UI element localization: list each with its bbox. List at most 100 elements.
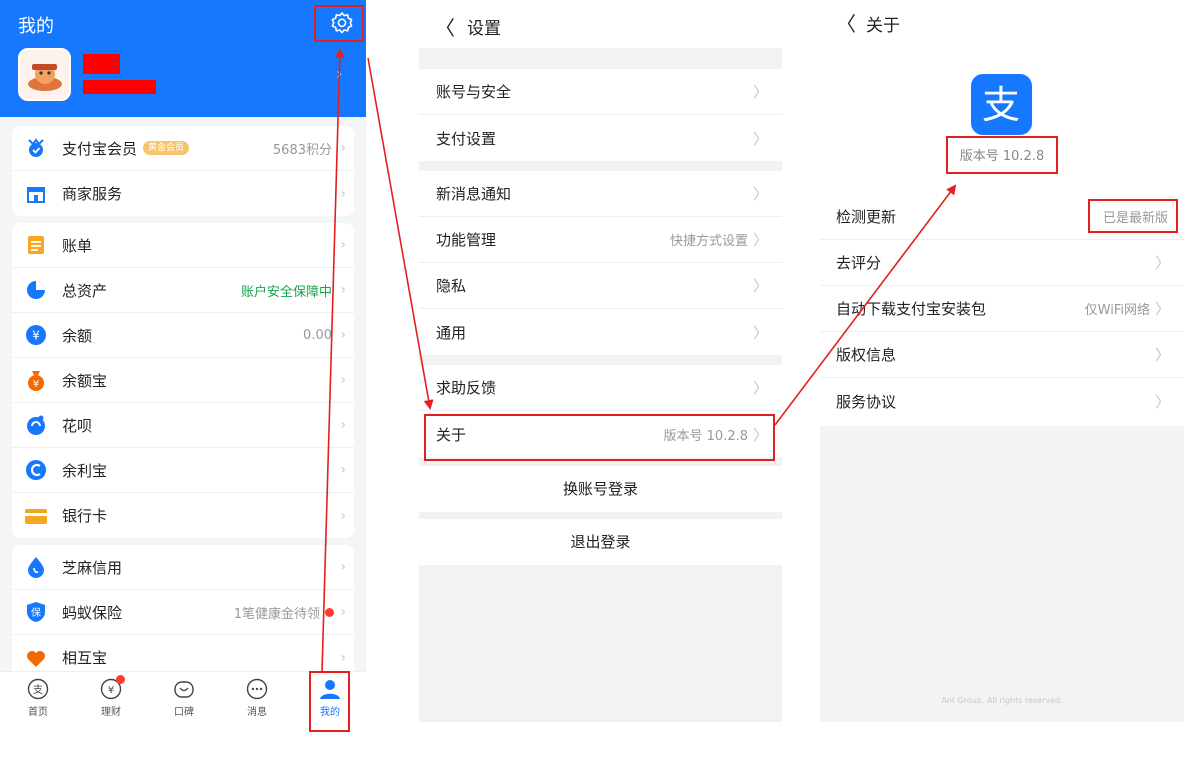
settings-item-account-security[interactable]: 账号与安全 〉 <box>419 69 782 115</box>
tab-label: 理财 <box>101 707 121 718</box>
pie-icon <box>24 278 48 302</box>
chevron-right-icon: 〉 <box>1154 346 1170 364</box>
menu-item-balance[interactable]: ¥ 余额 0.00 › <box>12 313 354 358</box>
insurance-icon: 保 <box>24 600 48 624</box>
heart-icon <box>24 646 48 670</box>
back-arrow-icon[interactable]: 〈 <box>836 8 856 37</box>
settings-group: 账号与安全 〉 支付设置 〉 <box>419 69 782 161</box>
copyright-text: Ant Group. All rights reserved. <box>941 696 1063 705</box>
message-icon <box>246 678 268 700</box>
menu-item-bank-card[interactable]: 银行卡 › <box>12 493 354 538</box>
about-item-label: 服务协议 <box>836 392 897 411</box>
page-title: 设置 <box>467 19 501 39</box>
about-item-label: 自动下载支付宝安装包 <box>836 300 987 318</box>
about-item-copyright[interactable]: 版权信息 〉 <box>820 332 1184 378</box>
chevron-right-icon: › <box>340 417 346 433</box>
chevron-right-icon: 〉 <box>1154 254 1170 272</box>
menu-item-bill[interactable]: 账单 › <box>12 223 354 268</box>
bill-icon <box>24 233 48 257</box>
settings-item-feedback[interactable]: 求助反馈 〉 <box>419 365 782 411</box>
card-icon <box>24 504 48 528</box>
member-badge: 黄金会员 <box>143 141 190 155</box>
menu-item-label: 银行卡 <box>62 507 108 525</box>
about-item-service-agreement[interactable]: 服务协议 〉 <box>820 378 1184 424</box>
about-screen: 〈 关于 支 版本号 10.2.8 检测更新 已是最新版 去评分 〉 自动下载支… <box>820 0 1184 722</box>
empty-area <box>419 565 782 722</box>
chevron-right-icon: › <box>340 462 346 478</box>
switch-account-button[interactable]: 换账号登录 <box>419 466 782 512</box>
svg-text:支: 支 <box>33 684 43 696</box>
highlight-about-row <box>424 414 775 461</box>
chevron-right-icon[interactable]: › <box>336 64 342 83</box>
chevron-right-icon: 〉 <box>752 185 768 203</box>
chevron-right-icon: › <box>340 372 346 388</box>
alipay-logo-icon: 支 <box>971 74 1032 135</box>
settings-screen: 〈 设置 账号与安全 〉 支付设置 〉 新消息通知 〉 功能管理 快捷方式设置 … <box>419 0 782 722</box>
balance-value: 0.00 <box>303 327 332 343</box>
avatar[interactable] <box>18 48 71 101</box>
menu-item-label: 余额宝 <box>62 371 108 390</box>
menu-item-huabei[interactable]: 花呗 › <box>12 403 354 448</box>
settings-item-value: 快捷方式设置 <box>669 234 748 249</box>
menu-item-label: 支付宝会员 <box>62 139 138 158</box>
menu-item-label: 蚂蚁保险 <box>62 603 123 622</box>
about-item-label: 去评分 <box>836 254 882 272</box>
settings-item-notifications[interactable]: 新消息通知 〉 <box>419 171 782 217</box>
menu-item-yuebao[interactable]: ¥ 余额宝 › <box>12 358 354 403</box>
settings-item-payment[interactable]: 支付设置 〉 <box>419 115 782 161</box>
tab-message[interactable]: 消息 <box>232 678 282 718</box>
menu-item-member[interactable]: 支付宝会员 黄金会员 5683积分 › <box>12 126 354 171</box>
highlight-version <box>946 136 1058 174</box>
notification-dot <box>325 608 334 617</box>
footer-area: Ant Group. All rights reserved. <box>820 426 1184 722</box>
sesame-icon <box>24 555 48 579</box>
tab-finance[interactable]: ¥ 理财 <box>86 675 136 718</box>
home-icon: 支 <box>27 678 49 700</box>
tab-koubei[interactable]: 口碑 <box>159 678 209 718</box>
settings-item-label: 新消息通知 <box>436 185 512 203</box>
settings-group: 新消息通知 〉 功能管理 快捷方式设置 〉 隐私 〉 通用 〉 <box>419 171 782 355</box>
koubei-icon <box>173 678 195 700</box>
svg-text:保: 保 <box>31 606 41 619</box>
insurance-hint: 1笔健康金待领 <box>233 606 320 622</box>
tab-label: 口碑 <box>174 707 194 718</box>
settings-item-general[interactable]: 通用 〉 <box>419 309 782 355</box>
chevron-right-icon: › <box>340 649 346 666</box>
chevron-right-icon: 〉 <box>752 83 768 101</box>
chevron-right-icon: › <box>340 282 346 298</box>
chevron-right-icon: › <box>340 507 346 524</box>
settings-item-label: 账号与安全 <box>436 83 512 101</box>
svg-text:¥: ¥ <box>32 329 40 343</box>
menu-item-sesame[interactable]: 芝麻信用 › <box>12 545 354 590</box>
chevron-right-icon: › <box>340 140 346 156</box>
logout-button[interactable]: 退出登录 <box>419 519 782 565</box>
huabei-icon <box>24 413 48 437</box>
member-icon <box>24 136 48 160</box>
yulibao-icon <box>24 458 48 482</box>
tab-home[interactable]: 支 首页 <box>13 678 63 718</box>
about-item-rate[interactable]: 去评分 〉 <box>820 240 1184 286</box>
about-item-label: 检测更新 <box>836 208 897 226</box>
menu-item-total-assets[interactable]: 总资产 账户安全保障中 › <box>12 268 354 313</box>
about-item-auto-download[interactable]: 自动下载支付宝安装包 仅WiFi网络 〉 <box>820 286 1184 332</box>
chevron-right-icon: › <box>340 559 346 575</box>
svg-text:¥: ¥ <box>108 685 114 696</box>
back-arrow-icon[interactable]: 〈 <box>435 12 455 41</box>
chevron-right-icon: 〉 <box>752 379 768 397</box>
tab-label: 首页 <box>28 707 48 718</box>
profile-header: 我的 › <box>0 0 366 117</box>
menu-card-assets: 账单 › 总资产 账户安全保障中 › ¥ 余额 0.00 › ¥ 余额宝 › 花… <box>12 223 354 538</box>
menu-item-insurance[interactable]: 保 蚂蚁保险 1笔健康金待领 › <box>12 590 354 635</box>
chevron-right-icon: › <box>340 237 346 253</box>
settings-item-label: 求助反馈 <box>436 379 497 397</box>
highlight-tab-mine <box>309 671 350 732</box>
menu-item-yulibao[interactable]: 余利宝 › <box>12 448 354 493</box>
menu-item-label: 账单 <box>62 236 93 255</box>
settings-item-privacy[interactable]: 隐私 〉 <box>419 263 782 309</box>
settings-item-label: 隐私 <box>436 277 467 295</box>
settings-item-features[interactable]: 功能管理 快捷方式设置 〉 <box>419 217 782 263</box>
menu-item-merchant[interactable]: 商家服务 › <box>12 171 354 216</box>
highlight-settings-gear <box>314 5 364 42</box>
menu-item-label: 花呗 <box>62 416 93 435</box>
page-title: 我的 <box>18 16 54 37</box>
